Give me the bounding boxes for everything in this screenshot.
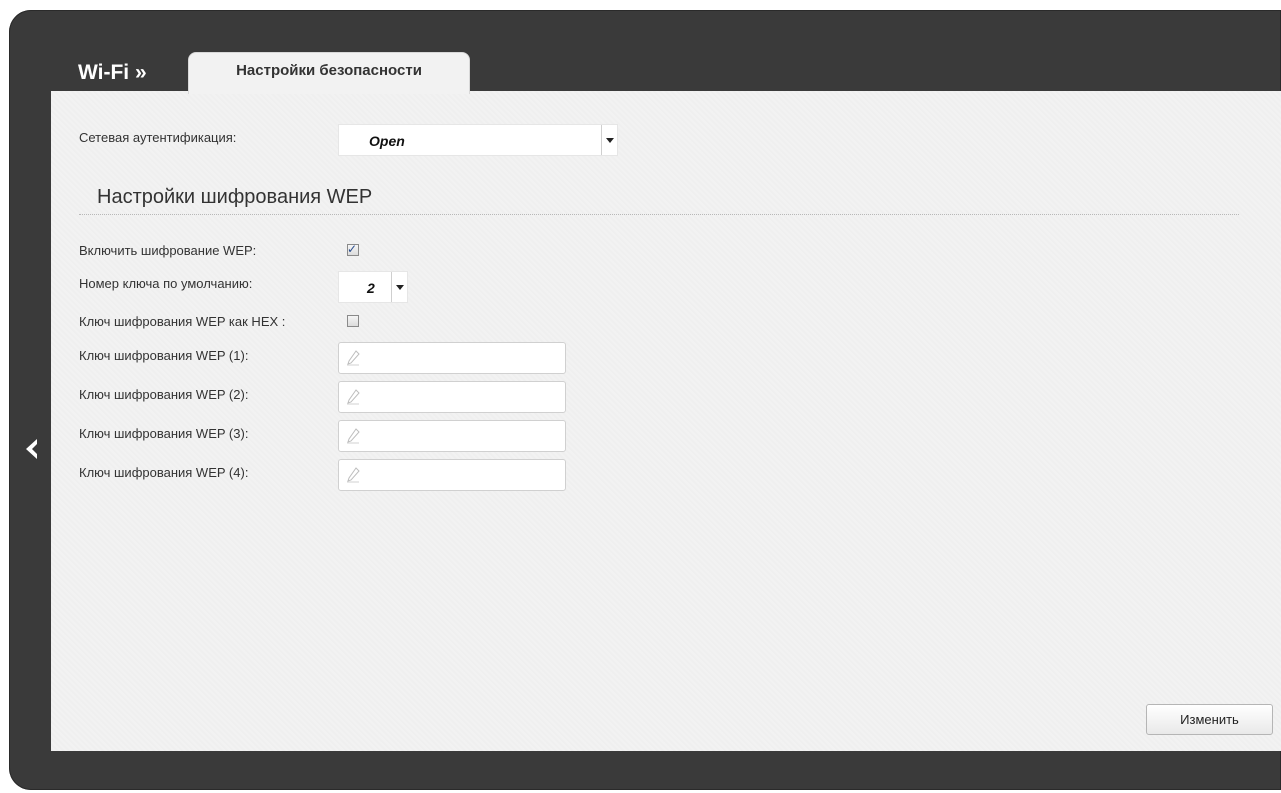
wep-key-4-input[interactable] [338,459,566,491]
auth-label: Сетевая аутентификация: [79,130,237,145]
chevron-down-icon[interactable] [391,272,407,302]
chevron-left-icon[interactable] [22,436,42,462]
tab-security-settings[interactable]: Настройки безопасности [188,52,470,94]
auth-select[interactable]: Open [338,124,618,156]
pencil-icon [347,350,360,366]
section-title-wep: Настройки шифрования WEP [97,186,373,208]
pencil-icon [347,428,360,444]
wep-key-1-label: Ключ шифрования WEP (1): [79,348,249,363]
wep-key-2-label: Ключ шифрования WEP (2): [79,387,249,402]
change-button[interactable]: Изменить [1146,704,1273,735]
pencil-icon [347,467,360,483]
enable-wep-label: Включить шифрование WEP: [79,243,257,258]
hex-checkbox[interactable] [347,315,359,327]
default-key-label: Номер ключа по умолчанию: [79,276,253,291]
pencil-icon [347,389,360,405]
enable-wep-checkbox[interactable]: ✓ [347,242,359,256]
wep-key-4-label: Ключ шифрования WEP (4): [79,465,249,480]
default-key-select[interactable]: 2 [338,271,408,303]
checkmark-icon: ✓ [347,242,358,256]
auth-select-value: Open [369,133,405,149]
wep-key-2-input[interactable] [338,381,566,413]
section-divider [79,214,1239,215]
wep-key-1-input[interactable] [338,342,566,374]
breadcrumb[interactable]: Wi-Fi » [78,61,147,85]
wep-key-3-input[interactable] [338,420,566,452]
wep-key-3-label: Ключ шифрования WEP (3): [79,426,249,441]
chevron-down-icon[interactable] [601,125,617,155]
hex-label: Ключ шифрования WEP как HEX : [79,314,286,329]
default-key-value: 2 [367,280,375,296]
